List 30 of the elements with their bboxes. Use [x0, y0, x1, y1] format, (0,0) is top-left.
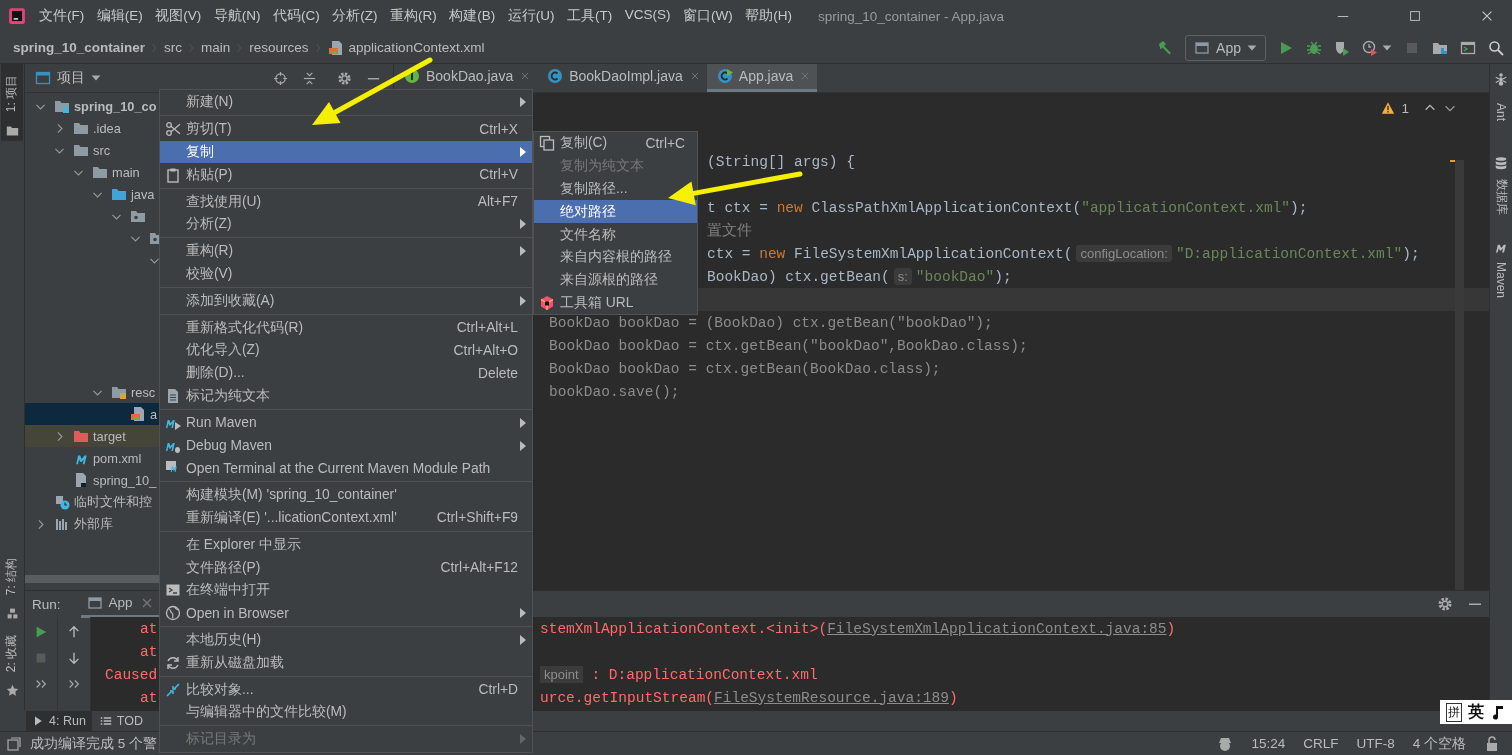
shortcut-text: Ctrl+V — [479, 167, 518, 183]
console-text: stemXmlApplicationContext.<init>(FileSystemXmlApplicationContext.java:85) — [540, 620, 1176, 637]
console-text: Caused — [105, 666, 158, 683]
shortcut-text: Ctrl+D — [478, 682, 518, 697]
code-line: t ctx = new ClassPathXmlApplicationContext("applicationContext.xml"); — [707, 199, 1308, 216]
console-text: at — [140, 689, 158, 706]
warning-count: 1 — [1401, 100, 1409, 116]
window-title: spring_10_container - App.java — [818, 8, 1005, 24]
shortcut-text: Ctrl+Alt+F12 — [440, 560, 518, 576]
code-line: 置文件 — [707, 221, 752, 240]
shortcut-text: Ctrl+X — [479, 121, 518, 137]
shortcut-text: Ctrl+Alt+L — [456, 320, 518, 336]
code-line: ctx = new FileSystemXmlApplicationContext( configLocation: "D:applicationContext.xml"); — [707, 245, 1420, 262]
code-line: BookDao) ctx.getBean( s: "bookDao"); — [707, 268, 1012, 285]
code-line: BookDao bookDao = ctx.getBean(BookDao.class); — [549, 360, 941, 377]
shortcut-text: Ctrl+C — [645, 135, 685, 151]
run-label: Run: — [32, 596, 61, 612]
console-text: at — [140, 620, 158, 637]
code-line: (String[] args) { — [707, 153, 855, 170]
code-line: bookDao.save(); — [549, 383, 680, 400]
console-text: at — [140, 643, 158, 660]
shortcut-text: Ctrl+Alt+O — [453, 342, 518, 358]
status-message: 成功编译完成 5 个警 — [30, 734, 157, 753]
shortcut-text: Alt+F7 — [477, 194, 518, 210]
console-text: urce.getInputStream(FileSystemResource.java:189) — [540, 689, 958, 706]
shortcut-text: Ctrl+Shift+F9 — [436, 510, 518, 526]
shortcut-text: Delete — [478, 365, 518, 381]
code-line: BookDao bookDao = (BookDao) ctx.getBean("bookDao"); — [549, 314, 993, 331]
code-line: BookDao bookDao = ctx.getBean("bookDao",BookDao.class); — [549, 337, 1028, 354]
console-text: kpoint : D:applicationContext.xml — [540, 666, 818, 683]
